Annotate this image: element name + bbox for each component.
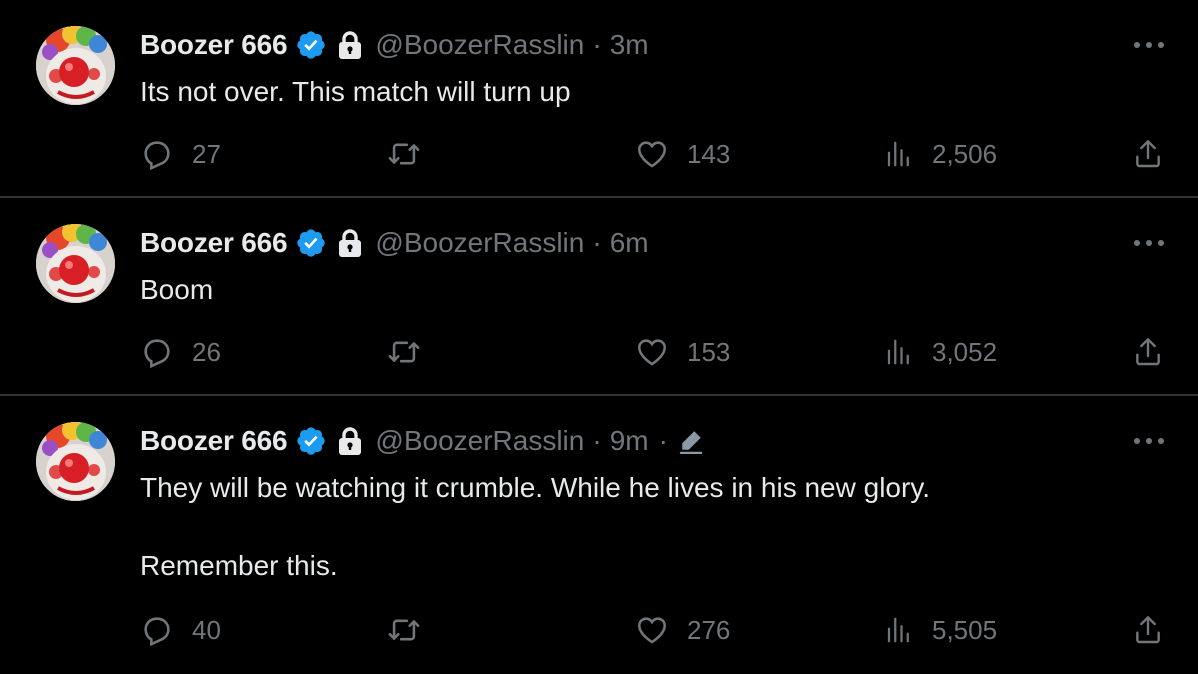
reply-count: 40 [192, 614, 221, 645]
lock-icon [337, 30, 363, 60]
heart-icon [635, 137, 669, 171]
views-bar-chart-icon [884, 139, 914, 169]
avatar[interactable] [36, 224, 115, 303]
reply-icon [140, 137, 174, 171]
like-count: 153 [687, 336, 731, 367]
like-button[interactable]: 276 [635, 610, 730, 650]
tweet-text: They will be watching it crumble. While … [140, 472, 931, 581]
handle[interactable]: @BoozerRasslin [375, 425, 584, 457]
retweet-button[interactable] [386, 134, 440, 174]
tweet-header: Boozer 666 @BoozerRasslin · 3m [140, 27, 649, 63]
action-bar: 26 153 3,052 [140, 332, 1170, 372]
reply-button[interactable]: 40 [140, 610, 221, 650]
separator-dot: · [592, 227, 602, 258]
retweet-icon [386, 137, 422, 171]
tweet-header: Boozer 666 @BoozerRasslin · 9m · [140, 423, 706, 459]
share-button[interactable] [1132, 134, 1164, 174]
handle[interactable]: @BoozerRasslin [375, 227, 584, 259]
reply-count: 26 [192, 336, 221, 367]
view-count: 2,506 [932, 138, 998, 169]
action-bar: 27 143 2,506 [140, 134, 1170, 174]
more-horizontal-icon[interactable] [1132, 236, 1166, 248]
tweet[interactable]: Boozer 666 @BoozerRasslin · 6m Boom 26 1… [0, 198, 1198, 396]
heart-icon [635, 613, 669, 647]
retweet-button[interactable] [386, 610, 440, 650]
pencil-edit-icon[interactable] [676, 426, 706, 456]
verified-badge-icon[interactable] [295, 425, 327, 457]
timestamp[interactable]: 9m [610, 425, 649, 457]
handle[interactable]: @BoozerRasslin [375, 29, 584, 61]
verified-badge-icon[interactable] [295, 227, 327, 259]
heart-icon [635, 335, 669, 369]
more-horizontal-icon[interactable] [1132, 38, 1166, 50]
share-upload-icon [1132, 614, 1164, 646]
display-name[interactable]: Boozer 666 [140, 29, 288, 61]
action-bar: 40 276 5,505 [140, 610, 1170, 650]
like-button[interactable]: 143 [635, 134, 730, 174]
share-upload-icon [1132, 138, 1164, 170]
avatar[interactable] [36, 422, 115, 501]
share-button[interactable] [1132, 332, 1164, 372]
display-name[interactable]: Boozer 666 [140, 425, 288, 457]
tweet-text: Its not over. This match will turn up [140, 76, 571, 107]
reply-icon [140, 613, 174, 647]
share-button[interactable] [1132, 610, 1164, 650]
views-button[interactable]: 2,506 [884, 134, 997, 174]
share-upload-icon [1132, 336, 1164, 368]
separator-dot: · [658, 425, 668, 456]
views-button[interactable]: 3,052 [884, 332, 997, 372]
avatar[interactable] [36, 26, 115, 105]
tweet-text: Boom [140, 274, 214, 305]
views-bar-chart-icon [884, 615, 914, 645]
reply-icon [140, 335, 174, 369]
like-count: 143 [687, 138, 731, 169]
tweet-header: Boozer 666 @BoozerRasslin · 6m [140, 225, 649, 261]
views-bar-chart-icon [884, 337, 914, 367]
reply-button[interactable]: 27 [140, 134, 221, 174]
retweet-button[interactable] [386, 332, 440, 372]
retweet-icon [386, 613, 422, 647]
view-count: 3,052 [932, 336, 998, 367]
lock-icon [337, 426, 363, 456]
separator-dot: · [592, 29, 602, 60]
tweet[interactable]: Boozer 666 @BoozerRasslin · 9m · They wi… [0, 396, 1198, 674]
tweet-feed: Boozer 666 @BoozerRasslin · 3m Its not o… [0, 0, 1198, 674]
views-button[interactable]: 5,505 [884, 610, 997, 650]
more-horizontal-icon[interactable] [1132, 434, 1166, 446]
timestamp[interactable]: 6m [610, 227, 649, 259]
retweet-icon [386, 335, 422, 369]
display-name[interactable]: Boozer 666 [140, 227, 288, 259]
view-count: 5,505 [932, 614, 998, 645]
lock-icon [337, 228, 363, 258]
verified-badge-icon[interactable] [295, 29, 327, 61]
tweet[interactable]: Boozer 666 @BoozerRasslin · 3m Its not o… [0, 0, 1198, 198]
reply-button[interactable]: 26 [140, 332, 221, 372]
like-count: 276 [687, 614, 731, 645]
separator-dot: · [592, 425, 602, 456]
timestamp[interactable]: 3m [610, 29, 649, 61]
like-button[interactable]: 153 [635, 332, 730, 372]
reply-count: 27 [192, 138, 221, 169]
